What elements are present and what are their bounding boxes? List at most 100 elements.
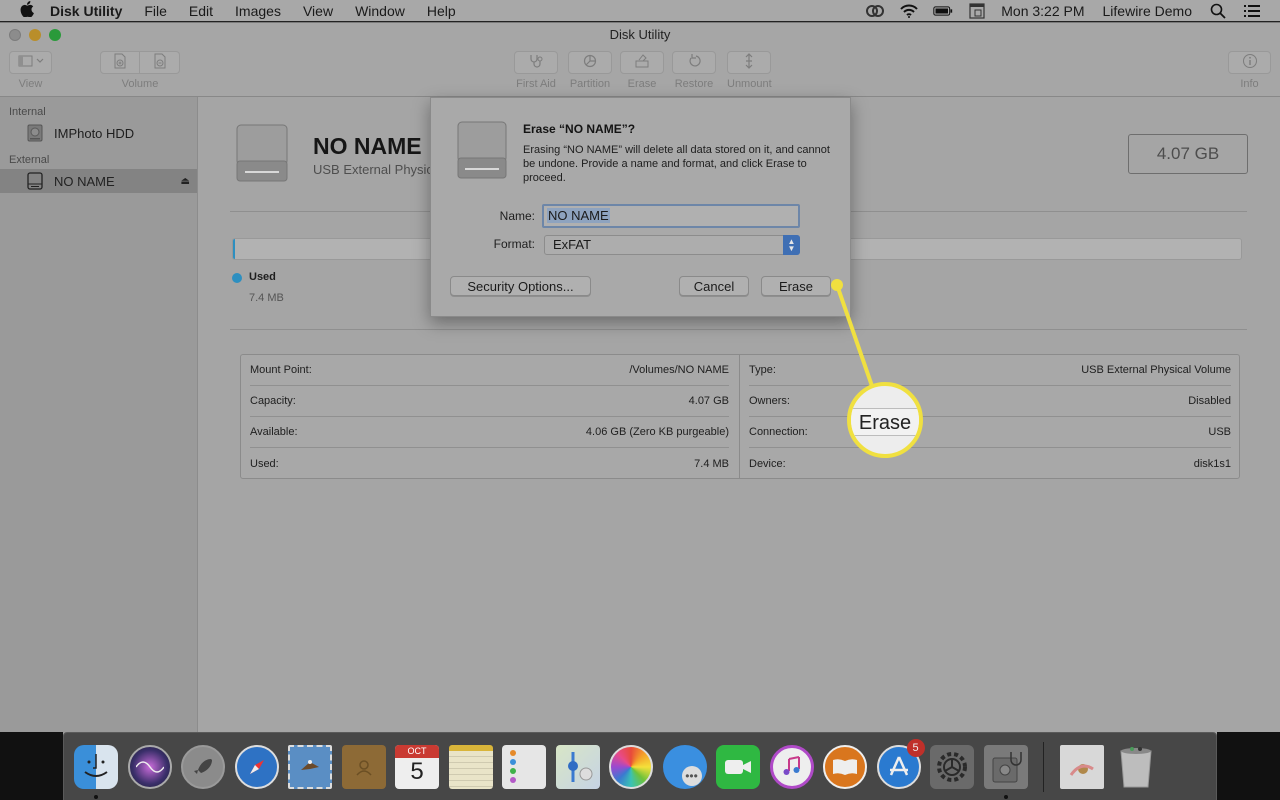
sidebar-item-no-name[interactable]: NO NAME ⏏ — [0, 169, 197, 193]
security-options-button[interactable]: Security Options... — [450, 276, 591, 296]
info-value: 4.07 GB — [688, 395, 729, 407]
gear-icon — [930, 744, 974, 789]
screen: Disk Utility File Edit Images View Windo… — [0, 0, 1280, 800]
format-select[interactable]: ExFAT ▲ ▼ — [544, 235, 800, 255]
view-button[interactable] — [9, 51, 52, 74]
menubar-user[interactable]: Lifewire Demo — [1103, 3, 1192, 19]
dock-notes[interactable] — [447, 743, 495, 791]
app-menu-icon[interactable] — [967, 3, 987, 19]
toolbar-first-aid-group: First Aid — [514, 51, 558, 90]
remove-volume-icon — [153, 53, 167, 72]
menubar-clock[interactable]: Mon 3:22 PM — [1001, 3, 1084, 19]
cancel-button[interactable]: Cancel — [679, 276, 749, 296]
info-icon — [1242, 53, 1258, 72]
info-row-available: Available: 4.06 GB (Zero KB purgeable) — [250, 417, 729, 448]
facetime-icon — [716, 744, 760, 789]
callout-magnifier: Erase — [847, 382, 923, 458]
info-column-right: Type: USB External Physical Volume Owner… — [740, 355, 1239, 478]
stethoscope-icon — [529, 54, 543, 71]
dock-mail[interactable] — [286, 743, 334, 791]
dock-finder[interactable] — [72, 743, 120, 799]
folder-stack-icon — [1060, 744, 1104, 789]
unmount-button[interactable] — [727, 51, 772, 74]
dock-siri[interactable] — [126, 743, 174, 791]
sidebar-item-label: NO NAME — [54, 173, 115, 189]
erase-dialog: Erase “NO NAME”? Erasing “NO NAME” will … — [430, 97, 851, 317]
first-aid-label: First Aid — [516, 78, 556, 90]
dock-ibooks[interactable] — [821, 743, 869, 791]
dock-trash[interactable] — [1112, 743, 1160, 791]
restore-button[interactable] — [672, 51, 716, 74]
erase-label: Erase — [627, 78, 657, 90]
info-label: Connection: — [749, 426, 808, 438]
toolbar-volume-group: Volume — [100, 51, 180, 90]
info-value: USB — [1208, 426, 1231, 438]
wifi-icon[interactable] — [899, 3, 919, 19]
toolbar-restore-group: Restore — [672, 51, 716, 90]
view-label: View — [18, 78, 43, 90]
add-volume-button[interactable] — [100, 51, 140, 74]
volume-size-badge: 4.07 GB — [1128, 134, 1248, 174]
volume-info-table: Mount Point: /Volumes/NO NAME Capacity: … — [240, 354, 1240, 479]
menu-window[interactable]: Window — [355, 3, 405, 19]
eject-icon[interactable]: ⏏ — [181, 176, 190, 187]
dock-launchpad[interactable] — [179, 743, 227, 791]
info-row-connection: Connection: USB — [749, 417, 1231, 448]
restore-label: Restore — [674, 78, 714, 90]
dialog-message: Erasing “NO NAME” will delete all data s… — [523, 144, 830, 184]
dock-safari[interactable] — [233, 743, 281, 791]
external-drive-icon — [456, 120, 510, 180]
dock-calendar[interactable]: OCT 5 — [393, 743, 441, 791]
siri-icon — [127, 744, 172, 789]
menu-help[interactable]: Help — [427, 3, 456, 19]
remove-volume-button[interactable] — [140, 51, 180, 74]
sidebar-item-imphoto-hdd[interactable]: IMPhoto HDD — [0, 121, 197, 145]
menu-file[interactable]: File — [144, 3, 167, 19]
chevron-up-down-icon: ▲ ▼ — [783, 235, 800, 255]
name-input[interactable]: NO NAME — [542, 204, 800, 228]
dock-photos[interactable] — [607, 743, 655, 791]
dock-downloads-stack[interactable] — [1058, 743, 1106, 791]
dock-facetime[interactable] — [714, 743, 762, 791]
used-legend-dot — [232, 273, 242, 283]
dock-maps[interactable] — [554, 743, 602, 791]
menu-edit[interactable]: Edit — [189, 3, 213, 19]
creative-cloud-icon[interactable] — [865, 3, 885, 19]
trash-icon — [1114, 745, 1158, 789]
sidebar-icon — [18, 55, 44, 70]
menubar: Disk Utility File Edit Images View Windo… — [0, 0, 1280, 22]
dock-itunes[interactable] — [768, 743, 816, 791]
dialog-title: Erase “NO NAME”? — [523, 122, 636, 136]
music-note-icon — [769, 744, 814, 789]
menu-view[interactable]: View — [303, 3, 333, 19]
dock-app-store[interactable]: 5 — [875, 738, 925, 791]
name-field-label: Name: — [499, 209, 535, 223]
notification-center-icon[interactable] — [1242, 3, 1262, 19]
dock-contacts[interactable] — [340, 743, 388, 791]
info-value: 4.06 GB (Zero KB purgeable) — [585, 426, 729, 438]
info-value: Disabled — [1188, 395, 1231, 407]
name-input-value: NO NAME — [547, 208, 610, 223]
info-button[interactable] — [1228, 51, 1271, 74]
dock-messages[interactable]: ••• — [661, 743, 709, 791]
dock: OCT 5 ••• 5 — [63, 732, 1217, 800]
erase-toolbar-button[interactable] — [620, 51, 664, 74]
info-value: USB External Physical Volume — [1081, 364, 1231, 376]
info-label: Type: — [749, 364, 776, 376]
menu-images[interactable]: Images — [235, 3, 281, 19]
dock-reminders[interactable] — [500, 743, 548, 791]
info-value: disk1s1 — [1193, 457, 1231, 470]
format-field-label: Format: — [493, 237, 535, 251]
battery-icon[interactable] — [933, 3, 953, 19]
menu-app-name[interactable]: Disk Utility — [50, 3, 122, 19]
partition-button[interactable] — [568, 51, 612, 74]
apple-menu-icon[interactable] — [20, 0, 36, 21]
spotlight-icon[interactable] — [1208, 3, 1228, 19]
volume-label: Volume — [121, 78, 159, 90]
dock-system-preferences[interactable] — [928, 743, 976, 791]
info-label: Used: — [250, 457, 279, 470]
erase-button[interactable]: Erase — [761, 276, 831, 296]
dock-disk-utility[interactable] — [982, 743, 1030, 799]
callout-text: Erase — [858, 412, 912, 434]
first-aid-button[interactable] — [514, 51, 558, 74]
